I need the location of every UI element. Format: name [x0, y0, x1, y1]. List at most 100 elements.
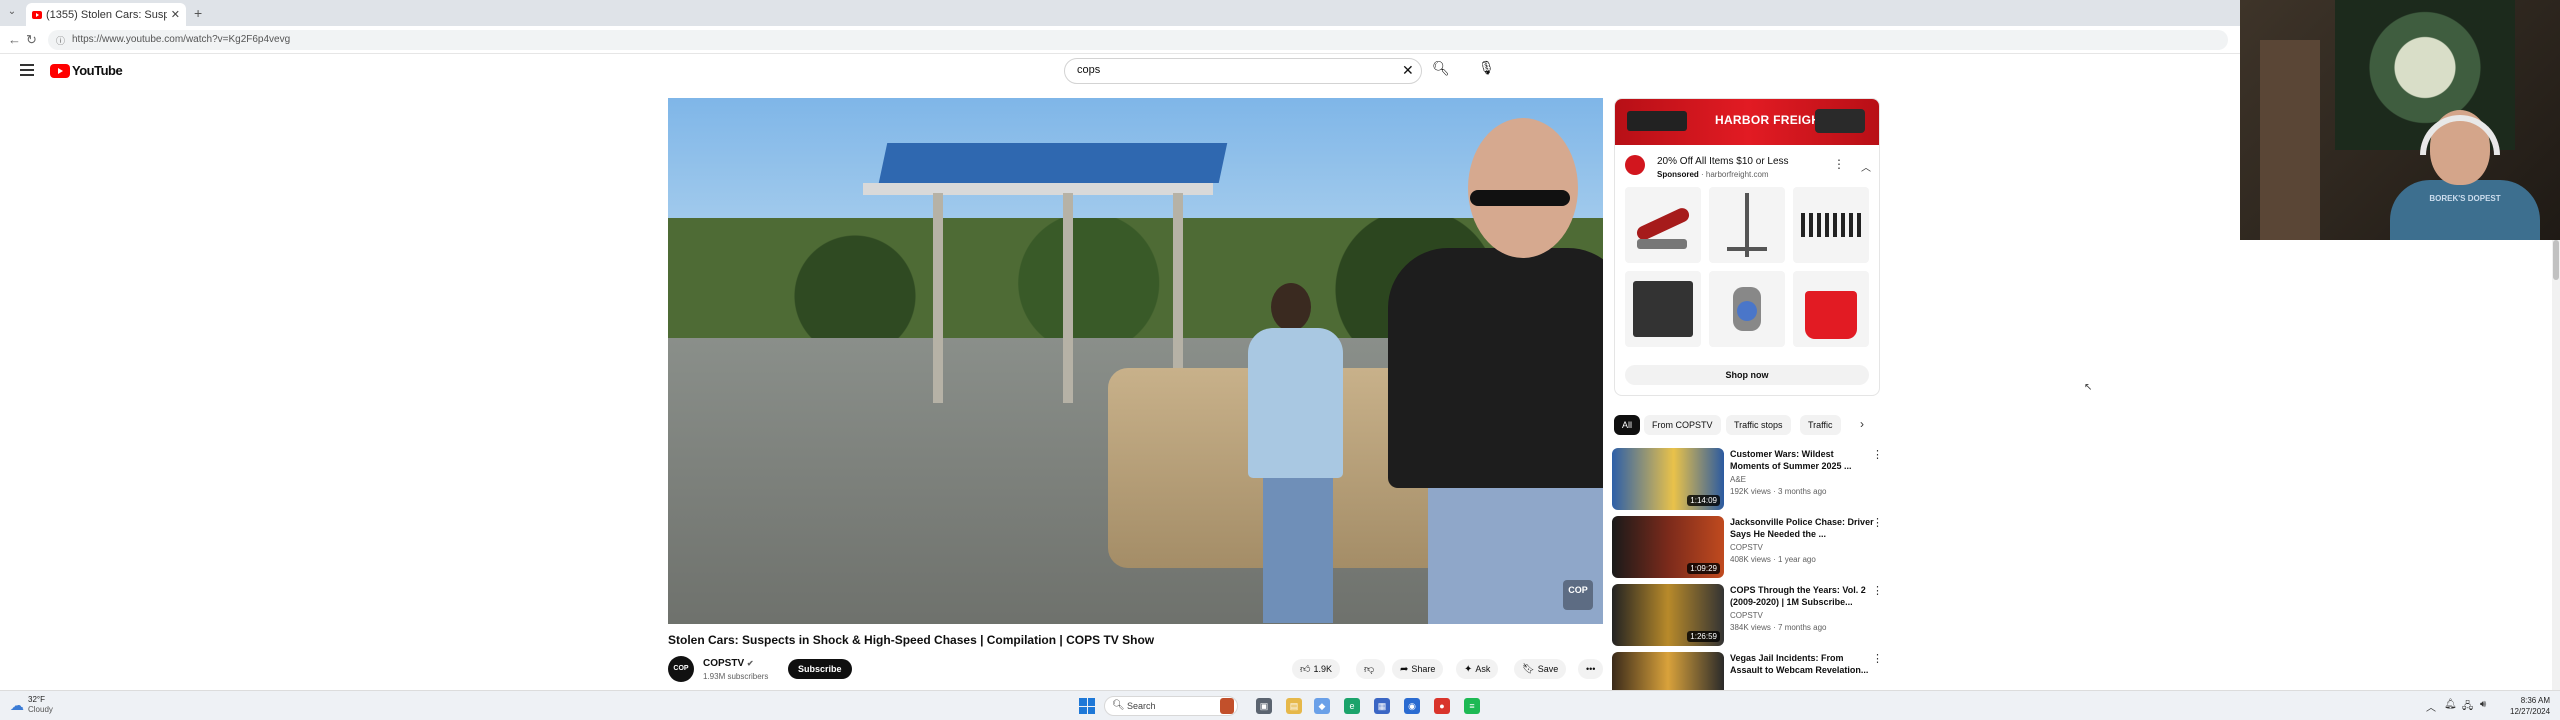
ad-product-tile[interactable]: [1709, 271, 1785, 347]
recommendation-title[interactable]: COPS Through the Years: Vol. 2 (2009-202…: [1730, 584, 1875, 608]
taskbar-search[interactable]: 🔍︎ Search: [1104, 696, 1238, 716]
recommendation-meta: 192K views · 3 months ago: [1730, 487, 1827, 496]
new-tab-icon[interactable]: +: [194, 5, 202, 21]
network-icon[interactable]: 🖧︎: [2462, 699, 2473, 716]
recommendation-item[interactable]: 1:09:29 Jacksonville Police Chase: Drive…: [1612, 516, 1883, 580]
sponsored-ad-card[interactable]: HARBOR FREIGHT 20% Off All Items $10 or …: [1614, 98, 1880, 396]
weather-temp: 32°F: [28, 695, 45, 704]
chip-traffic[interactable]: Traffic: [1800, 415, 1841, 435]
ask-button[interactable]: ✦ Ask: [1456, 659, 1499, 679]
share-icon: ➦: [1400, 664, 1409, 675]
site-info-icon[interactable]: ⓘ: [56, 34, 65, 47]
ad-sponsored-line: Sponsored · harborfreight.com: [1657, 170, 1769, 179]
taskbar-search-text: Search: [1127, 701, 1156, 711]
save-button[interactable]: 🔖︎ Save: [1514, 659, 1567, 679]
task-view-icon[interactable]: ▣: [1256, 698, 1272, 714]
notification-icon[interactable]: 🔔︎: [2444, 699, 2457, 710]
url-field[interactable]: ⓘ https://www.youtube.com/watch?v=Kg2F6p…: [48, 30, 2228, 50]
more-options-icon[interactable]: ⋮: [1872, 584, 1883, 597]
ad-product-tile[interactable]: [1793, 271, 1869, 347]
youtube-logo[interactable]: YouTube: [50, 63, 123, 78]
recommendation-title[interactable]: Customer Wars: Wildest Moments of Summer…: [1730, 448, 1875, 472]
scrollbar-thumb[interactable]: [2553, 240, 2559, 280]
browser-tab-active[interactable]: (1355) Stolen Cars: Suspects i ✕: [26, 3, 186, 26]
recommendation-thumbnail[interactable]: 1:14:09: [1612, 448, 1724, 510]
more-options-icon[interactable]: ⋮: [1872, 516, 1883, 529]
tab-close-icon[interactable]: ✕: [171, 8, 180, 21]
ask-label: Ask: [1475, 664, 1491, 674]
video-duration: 1:26:59: [1687, 631, 1720, 642]
chevron-right-icon[interactable]: ›: [1860, 417, 1864, 431]
weather-widget[interactable]: ☁ 32°F Cloudy: [10, 695, 53, 715]
recommendation-channel[interactable]: A&E: [1730, 475, 1746, 484]
video-player[interactable]: COP: [668, 98, 1603, 624]
recommendation-thumbnail[interactable]: 1:09:29: [1612, 516, 1724, 578]
subscriber-count: 1.93M subscribers: [703, 672, 769, 681]
windows-start-icon[interactable]: [1079, 698, 1095, 714]
shop-now-button[interactable]: Shop now: [1625, 365, 1869, 385]
video-title: Stolen Cars: Suspects in Shock & High-Sp…: [668, 633, 1155, 647]
spotify-icon[interactable]: ≡: [1464, 698, 1480, 714]
ad-brand: HARBOR FREIGHT: [1715, 113, 1828, 127]
more-options-icon[interactable]: ⋮: [1872, 448, 1883, 461]
subscribe-button[interactable]: Subscribe: [788, 659, 852, 679]
chip-traffic-stops[interactable]: Traffic stops: [1726, 415, 1791, 435]
more-options-icon[interactable]: ⋮: [1872, 652, 1883, 665]
search-icon[interactable]: 🔍︎: [1432, 60, 1450, 77]
ad-more-icon[interactable]: ⋮: [1833, 157, 1845, 171]
chrome-icon[interactable]: ◉: [1404, 698, 1420, 714]
ad-product-tile[interactable]: [1793, 187, 1869, 263]
recommendation-item[interactable]: 1:14:09 Customer Wars: Wildest Moments o…: [1612, 448, 1883, 512]
verified-icon: ✔: [746, 659, 754, 668]
sponsored-label: Sponsored: [1657, 170, 1699, 179]
advertiser-logo: [1625, 155, 1645, 175]
search-input[interactable]: cops: [1064, 58, 1422, 84]
ad-title[interactable]: 20% Off All Items $10 or Less: [1657, 156, 1789, 167]
like-button[interactable]: 👍︎ 1.9K: [1292, 659, 1340, 679]
video-duration: 1:14:09: [1687, 495, 1720, 506]
clear-search-icon[interactable]: ✕: [1402, 62, 1414, 79]
reload-icon[interactable]: ↻: [26, 32, 37, 48]
dislike-button[interactable]: 👎︎: [1356, 659, 1386, 679]
recommendation-channel[interactable]: COPSTV: [1730, 543, 1763, 552]
more-actions-button[interactable]: •••: [1578, 659, 1604, 679]
search-highlight-icon[interactable]: [1220, 698, 1234, 714]
ad-product-tile[interactable]: [1709, 187, 1785, 263]
chip-all[interactable]: All: [1614, 415, 1641, 435]
edge-icon[interactable]: e: [1344, 698, 1360, 714]
chevron-up-icon[interactable]: ︿: [2426, 699, 2436, 714]
recommendation-channel[interactable]: COPSTV: [1730, 611, 1763, 620]
headphones-icon: [2420, 115, 2500, 155]
ad-banner[interactable]: HARBOR FREIGHT: [1615, 99, 1879, 145]
tab-search-icon[interactable]: ⌄: [4, 6, 20, 20]
microphone-icon[interactable]: 🎙︎: [1478, 60, 1495, 76]
recommendation-thumbnail[interactable]: 1:26:59: [1612, 584, 1724, 646]
chip-from-copstv[interactable]: From COPSTV: [1644, 415, 1721, 435]
volume-icon[interactable]: 🔊︎: [2480, 699, 2486, 710]
bookmark-icon: 🔖︎: [1522, 664, 1535, 675]
share-button[interactable]: ➦ Share: [1392, 659, 1444, 679]
ad-product-tile[interactable]: [1625, 271, 1701, 347]
chevron-up-icon[interactable]: ︿: [1861, 159, 1871, 174]
search-icon: 🔍︎: [1112, 700, 1125, 711]
menu-icon[interactable]: [20, 64, 34, 76]
ad-product-tile[interactable]: [1625, 187, 1701, 263]
shirt-print: BOREK'S DOPEST: [2390, 180, 2540, 240]
page-scrollbar[interactable]: [2552, 240, 2560, 690]
store-icon[interactable]: ▦: [1374, 698, 1390, 714]
file-explorer-icon[interactable]: ▤: [1286, 698, 1302, 714]
photos-icon[interactable]: ◆: [1314, 698, 1330, 714]
recommendation-title[interactable]: Jacksonville Police Chase: Driver Says H…: [1730, 516, 1875, 540]
app-icon[interactable]: ●: [1434, 698, 1450, 714]
channel-name[interactable]: COPSTV ✔: [703, 658, 754, 669]
browser-tab-strip: ⌄ (1355) Stolen Cars: Suspects i ✕ +: [0, 0, 2240, 26]
system-clock[interactable]: 8:36 AM 12/27/2024: [2510, 695, 2550, 717]
back-icon[interactable]: ←: [8, 32, 21, 47]
channel-watermark[interactable]: COP: [1563, 580, 1593, 610]
webcam-overlay: BOREK'S DOPEST: [2240, 0, 2560, 240]
recommendation-item[interactable]: 1:26:59 COPS Through the Years: Vol. 2 (…: [1612, 584, 1883, 648]
save-label: Save: [1537, 664, 1559, 674]
recommendation-title[interactable]: Vegas Jail Incidents: From Assault to We…: [1730, 652, 1875, 676]
mouse-cursor-icon: ↖: [2084, 382, 2093, 393]
channel-avatar[interactable]: COP: [668, 656, 694, 682]
